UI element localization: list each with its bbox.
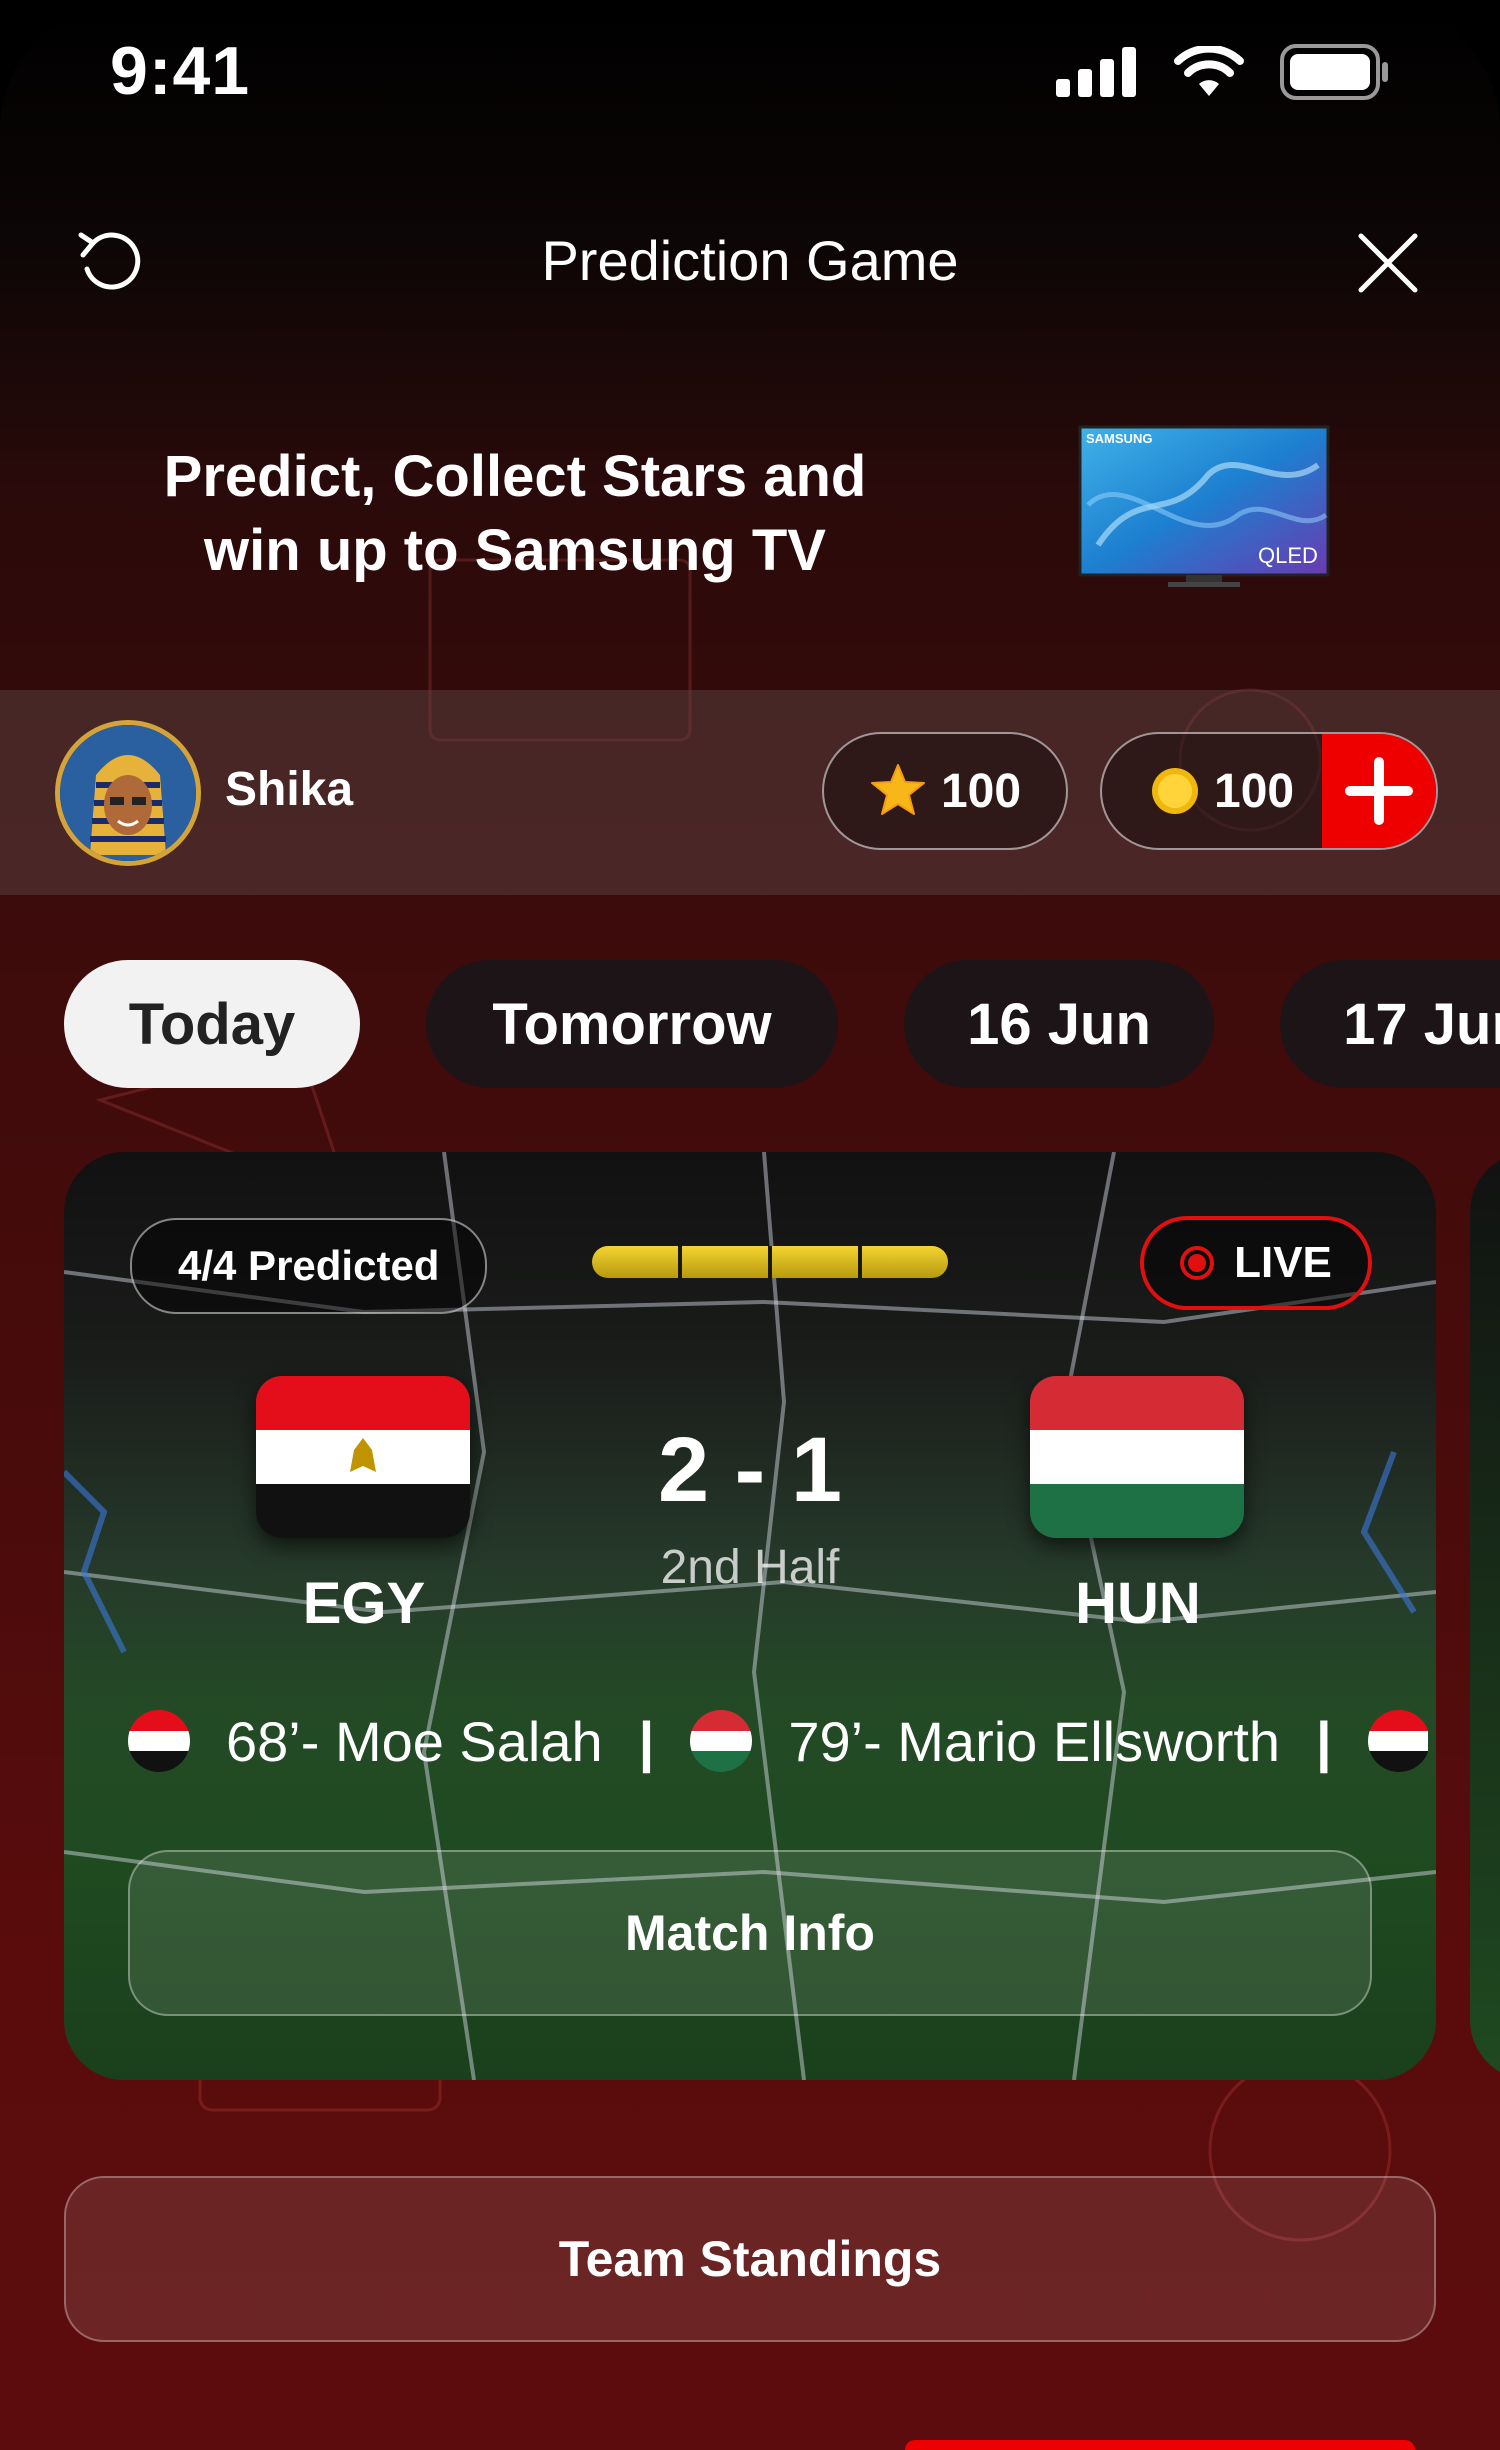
date-tabs: Today Tomorrow 16 Jun 17 Jun	[64, 960, 1500, 1088]
goal-scorers-ticker: 68’- Moe Salah | 79’- Mario Ellsworth |	[128, 1696, 1428, 1786]
avatar[interactable]	[55, 720, 201, 866]
plus-icon	[1345, 757, 1413, 825]
scorer-2: 79’- Mario Ellsworth	[788, 1709, 1281, 1773]
user-name: Shika	[225, 763, 354, 816]
add-coins-button[interactable]	[1322, 734, 1436, 848]
stars-count: 100	[940, 764, 1022, 818]
pharaoh-avatar-icon	[60, 725, 196, 861]
live-label: LIVE	[1234, 1238, 1332, 1287]
coin-icon	[1152, 768, 1198, 814]
hungary-flag-icon	[1030, 1376, 1244, 1538]
separator: |	[638, 1709, 655, 1773]
close-button[interactable]	[1345, 220, 1431, 306]
status-icons	[1056, 44, 1390, 100]
progress-segment	[682, 1246, 768, 1278]
app-header: Prediction Game	[0, 200, 1500, 320]
separator: |	[1316, 1709, 1332, 1773]
star-icon	[870, 764, 925, 815]
predicted-badge: 4/4 Predicted	[130, 1218, 488, 1314]
egypt-mini-flag-icon	[128, 1710, 190, 1772]
wifi-icon	[1174, 46, 1244, 96]
tab-16-jun[interactable]: 16 Jun	[904, 960, 1214, 1088]
team-standings-button[interactable]: Team Standings	[64, 2176, 1436, 2342]
live-dot-icon	[1180, 1246, 1215, 1280]
progress-segment	[592, 1246, 678, 1278]
battery-icon	[1280, 44, 1388, 100]
stars-balance[interactable]: 100	[822, 732, 1068, 850]
promo-line-1: Predict, Collect Stars and	[163, 444, 867, 509]
bottom-button-peek[interactable]	[905, 2440, 1415, 2450]
match-card[interactable]: 4/4 Predicted LIVE EGY 2 - 1 2nd Half HU…	[64, 1152, 1436, 2080]
promo-banner[interactable]: Predict, Collect Stars and win up to Sam…	[0, 410, 1500, 690]
match-info-button[interactable]: Match Info	[128, 1850, 1372, 2016]
hungary-mini-flag-icon	[690, 1710, 753, 1772]
cellular-signal-icon	[1056, 47, 1136, 97]
user-bar: Shika 100 100	[0, 690, 1500, 895]
coins-count: 100	[1214, 764, 1295, 818]
tab-tomorrow[interactable]: Tomorrow	[426, 960, 838, 1088]
status-bar: 9:41	[0, 0, 1500, 150]
coins-balance[interactable]: 100	[1100, 732, 1438, 850]
progress-segment	[862, 1246, 948, 1278]
status-time: 9:41	[110, 33, 251, 109]
prediction-progress-bar	[592, 1246, 948, 1278]
away-team-code: HUN	[1075, 1571, 1201, 1636]
page-title: Prediction Game	[541, 229, 959, 292]
samsung-tv-image: SAMSUNG QLED	[1078, 425, 1330, 587]
tv-label-text: QLED	[1258, 543, 1318, 568]
progress-segment	[772, 1246, 858, 1278]
tab-17-jun[interactable]: 17 Jun	[1280, 960, 1500, 1088]
egypt-mini-flag-icon	[1367, 1710, 1428, 1772]
live-badge: LIVE	[1140, 1216, 1372, 1310]
scorer-1: 68’- Moe Salah	[226, 1709, 603, 1773]
promo-line-2: win up to Samsung TV	[204, 518, 826, 583]
close-icon	[1358, 233, 1418, 293]
promo-text: Predict, Collect Stars and win up to Sam…	[150, 440, 880, 588]
app-screen: 9:41 Prediction Game Predict, Collect St…	[0, 0, 1500, 2450]
tv-brand-text: SAMSUNG	[1086, 431, 1152, 446]
tab-today[interactable]: Today	[64, 960, 360, 1088]
next-match-card[interactable]	[1470, 1152, 1500, 2080]
